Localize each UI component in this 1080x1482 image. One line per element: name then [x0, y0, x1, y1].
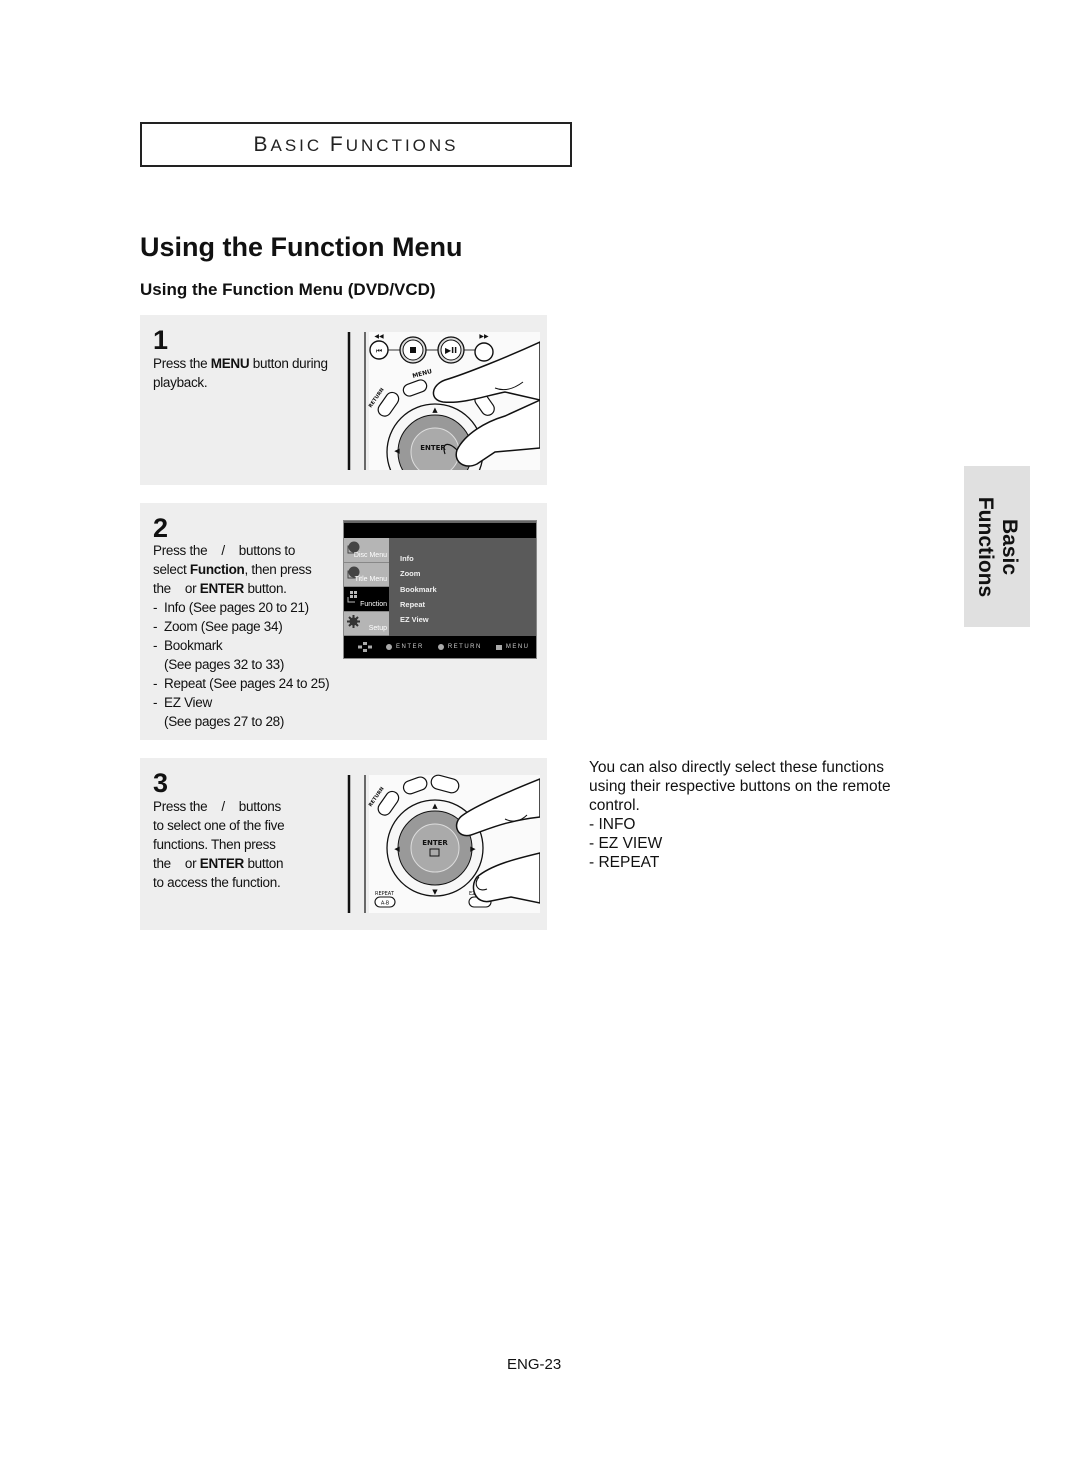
- section-header-text: BASIC FUNCTIONS: [253, 132, 459, 156]
- svg-text:A-B: A-B: [381, 901, 390, 907]
- direct-select-note: You can also directly select these funct…: [589, 758, 919, 872]
- svg-text:ENTER: ENTER: [420, 444, 446, 452]
- step-number: 2: [153, 513, 169, 543]
- function-list: Info (See pages 20 to 21) Zoom (See page…: [153, 598, 353, 731]
- repeat-button: REPEAT A-B: [374, 891, 396, 908]
- svg-text:▲: ▲: [432, 406, 438, 414]
- page-number: ENG-23: [507, 1356, 562, 1373]
- svg-text:▶: ▶: [470, 845, 476, 853]
- step-3-text: Press the / buttons to select one of the f…: [153, 799, 285, 890]
- direct-button-list: - INFO - EZ VIEW - REPEAT: [589, 815, 919, 872]
- svg-text:▲: ▲: [432, 802, 438, 810]
- function-icon: [347, 591, 357, 603]
- svg-text:▶II: ▶II: [445, 346, 457, 355]
- list-item: EZ View(See pages 27 to 28): [153, 693, 353, 731]
- hint-menu: MENU: [495, 644, 530, 650]
- step-2-text: Press the / buttons to select Function, th…: [153, 541, 353, 731]
- osd-sidebar: Disc Menu Title Menu Function Setup: [344, 538, 389, 636]
- step-2-panel: 2 Press the / buttons to select Function, …: [140, 503, 547, 740]
- svg-text:⏮: ⏮: [376, 347, 382, 355]
- list-item: - REPEAT: [589, 854, 660, 871]
- svg-text:REPEAT: REPEAT: [375, 891, 395, 897]
- list-item: Info (See pages 20 to 21): [153, 598, 353, 617]
- osd-hint-bar: ENTER RETURN MENU: [344, 636, 536, 658]
- osd-item-ez-view[interactable]: EZ View: [400, 612, 437, 627]
- chapter-side-tab: Basic Functions: [964, 466, 1030, 627]
- list-item: Zoom (See page 34): [153, 617, 353, 636]
- step-number: 3: [153, 768, 169, 798]
- remote-enter-press-illustration: RETURN ▲ ▼ ◀ ▶ ENTER REPEAT A-B EZ: [345, 773, 540, 913]
- list-item: Bookmark(See pages 32 to 33): [153, 636, 353, 674]
- osd-item-repeat[interactable]: Repeat: [400, 597, 437, 612]
- list-item: Repeat (See pages 24 to 25): [153, 674, 353, 693]
- svg-text:▶▶: ▶▶: [479, 333, 489, 340]
- menu-icon: [495, 644, 502, 650]
- osd-tab-function[interactable]: Function: [344, 587, 389, 612]
- svg-text:◀◀: ◀◀: [374, 333, 384, 340]
- osd-item-bookmark[interactable]: Bookmark: [400, 582, 437, 597]
- sub-title: Using the Function Menu (DVD/VCD): [140, 280, 436, 299]
- osd-tab-title-menu[interactable]: Title Menu: [344, 562, 389, 587]
- play-pause-button: ▶II: [437, 336, 465, 364]
- step-number: 1: [153, 325, 169, 355]
- step-1-text: Press the MENU button during playback.: [153, 356, 328, 390]
- direction-pad-icon: [358, 642, 372, 652]
- osd-item-info[interactable]: Info: [400, 551, 437, 566]
- hint-return: RETURN: [437, 644, 482, 650]
- svg-text:ENTER: ENTER: [422, 839, 448, 847]
- list-item: - INFO: [589, 816, 636, 833]
- list-item: - EZ VIEW: [589, 835, 663, 852]
- remote-menu-press-illustration: ⏮ ◀◀ ▶II ▶▶ MENU RETURN ▲ ◀ ENTER: [345, 330, 540, 470]
- osd-item-list: Info Zoom Bookmark Repeat EZ View: [400, 551, 437, 627]
- osd-function-menu: Disc Menu Title Menu Function Setup Info…: [343, 520, 537, 659]
- step-3-panel: 3 Press the / buttons to select one of the…: [140, 758, 547, 930]
- gear-icon: [347, 614, 360, 628]
- enter-icon: [386, 644, 392, 650]
- osd-title-bar: [344, 521, 536, 538]
- svg-text:▼: ▼: [432, 888, 438, 896]
- osd-tab-disc-menu[interactable]: Disc Menu: [344, 538, 389, 563]
- osd-tab-setup[interactable]: Setup: [344, 611, 389, 636]
- return-icon: [437, 644, 444, 650]
- section-header: BASIC FUNCTIONS: [140, 122, 572, 167]
- hint-enter: ENTER: [386, 644, 424, 650]
- svg-text:◀: ◀: [394, 447, 400, 455]
- page-title: Using the Function Menu: [140, 232, 463, 262]
- stop-button: [399, 336, 427, 364]
- step-1-panel: 1 Press the MENU button during playback.…: [140, 315, 547, 485]
- osd-item-zoom[interactable]: Zoom: [400, 566, 437, 581]
- svg-text:◀: ◀: [394, 845, 400, 853]
